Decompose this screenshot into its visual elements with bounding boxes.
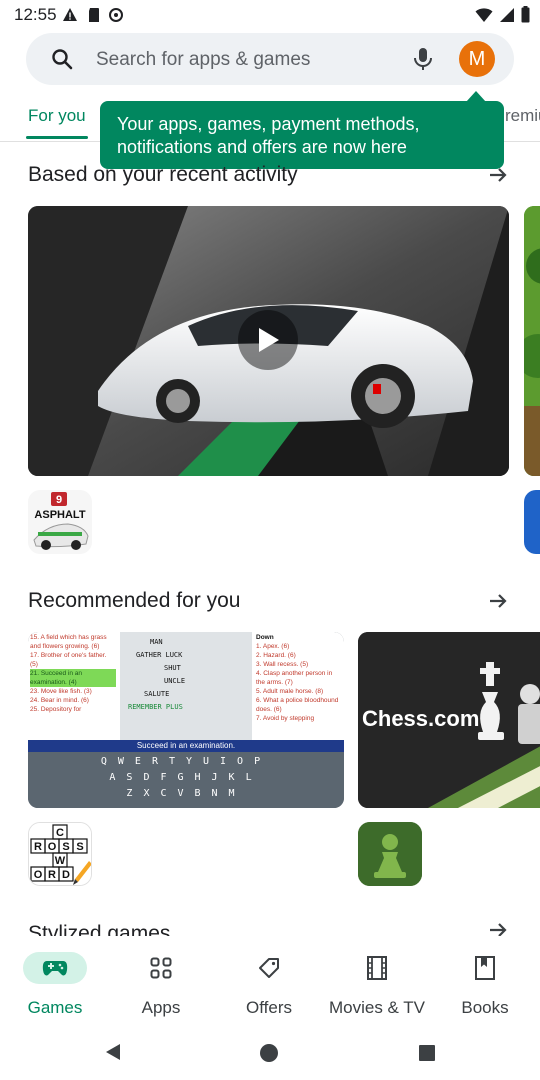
apps-grid-icon	[150, 957, 172, 979]
movie-icon	[367, 956, 387, 980]
nav-active-pill	[23, 952, 87, 984]
crossword-keyboard: QWERTYUIOP ASDFGHJKL ZXCVBNM	[28, 754, 344, 808]
chess-screenshot-card[interactable]: Chess.com	[358, 632, 540, 808]
play-icon	[259, 328, 279, 352]
chess-brand-text: Chess.com	[362, 706, 480, 731]
search-icon[interactable]	[50, 47, 74, 71]
svg-text:S: S	[62, 841, 69, 853]
clues-left: 15. A field which has grass and flowers …	[28, 632, 118, 750]
nav-label-offers: Offers	[246, 998, 292, 1017]
svg-text:D: D	[62, 869, 70, 881]
battery-icon	[521, 6, 530, 23]
back-icon[interactable]	[103, 1042, 123, 1062]
signal-icon	[500, 7, 514, 22]
clues-right: Down 1. Apex. (6) 2. Hazard. (6) 3. Wall…	[256, 634, 339, 722]
bottom-navigation: Games Apps Offers Movies & TV Books	[0, 936, 540, 1024]
play-button[interactable]	[238, 310, 298, 370]
svg-text:O: O	[48, 841, 57, 853]
recents-icon[interactable]	[418, 1044, 436, 1062]
peek-thumbnail	[524, 206, 540, 476]
nav-pill	[345, 952, 409, 984]
status-time: 12:55	[14, 5, 57, 24]
status-right-icons	[475, 6, 530, 23]
nav-label-games: Games	[27, 998, 83, 1017]
clue-bar: Succeed in an examination.	[28, 740, 344, 752]
bookmark-icon	[475, 956, 495, 980]
video-card-asphalt[interactable]	[28, 206, 509, 476]
svg-text:ASPHALT: ASPHALT	[34, 509, 85, 521]
gamepad-icon	[42, 961, 68, 976]
sync-icon	[109, 8, 123, 22]
nav-item-movies[interactable]: Movies & TV	[322, 936, 432, 1024]
nav-item-games[interactable]: Games	[10, 936, 100, 1024]
svg-text:R: R	[48, 869, 56, 881]
active-tab-indicator	[26, 136, 88, 139]
wifi-icon	[475, 7, 493, 22]
app-icon-asphalt[interactable]: 9 ASPHALT	[28, 490, 92, 554]
svg-text:O: O	[34, 869, 43, 881]
svg-text:W: W	[55, 855, 66, 867]
section-title-recent: Based on your recent activity	[28, 163, 298, 186]
pawn-icon	[358, 822, 422, 886]
svg-text:S: S	[76, 841, 83, 853]
offer-tag-icon	[259, 958, 279, 978]
crossword-screenshot-card[interactable]: 15. A field which has grass and flowers …	[28, 632, 344, 808]
crossword-icon: C R O S S W O R D	[29, 823, 91, 885]
home-icon[interactable]	[258, 1042, 280, 1064]
nav-label-movies: Movies & TV	[328, 998, 426, 1017]
nav-item-books[interactable]: Books	[440, 936, 530, 1024]
system-navigation-bar	[0, 1024, 540, 1080]
tab-for-you[interactable]: For you	[28, 106, 86, 126]
svg-text:C: C	[56, 827, 64, 839]
nav-pill	[453, 952, 517, 984]
avatar[interactable]: M	[459, 41, 495, 77]
nav-pill	[129, 952, 193, 984]
arrow-right-icon[interactable]	[486, 589, 510, 613]
mic-icon[interactable]	[410, 45, 436, 73]
tab-premium[interactable]: remiu	[505, 106, 540, 126]
crossword-grid: MAN GATHER LUCK SHUT UNCLE SALUTE REMEMB…	[120, 632, 252, 750]
nav-item-apps[interactable]: Apps	[116, 936, 206, 1024]
next-video-card-peek[interactable]	[524, 206, 540, 476]
sd-card-icon	[89, 8, 99, 22]
nav-label-apps: Apps	[141, 998, 181, 1017]
status-bar: 12:55	[0, 0, 540, 30]
nav-pill	[237, 952, 301, 984]
svg-text:R: R	[34, 841, 42, 853]
svg-text:9: 9	[56, 494, 62, 506]
nav-item-offers[interactable]: Offers	[224, 936, 314, 1024]
nav-label-books: Books	[461, 998, 509, 1017]
search-input[interactable]	[96, 46, 396, 74]
app-icon-peek[interactable]	[524, 490, 540, 554]
app-icon-crossword[interactable]: C R O S S W O R D	[28, 822, 92, 886]
alert-icon	[63, 8, 77, 21]
section-title-recommended: Recommended for you	[28, 589, 241, 612]
asphalt-icon: 9 ASPHALT	[28, 490, 92, 554]
arrow-right-icon[interactable]	[486, 163, 510, 187]
onboarding-tooltip[interactable]: Your apps, games, payment methods, notif…	[100, 101, 504, 169]
app-icon-chess[interactable]	[358, 822, 422, 886]
